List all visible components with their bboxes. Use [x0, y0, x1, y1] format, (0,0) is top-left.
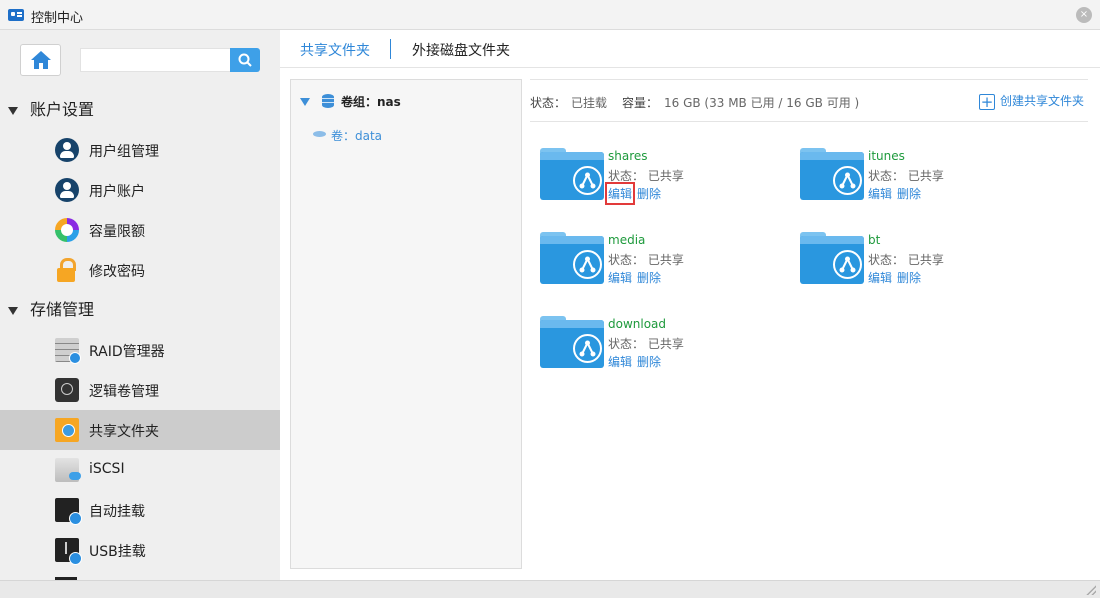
- sidebar-item-quota[interactable]: 容量限额: [0, 210, 280, 250]
- volume-icon: [313, 131, 326, 137]
- sidebar-item-iscsi[interactable]: iSCSI: [0, 450, 280, 490]
- search-input[interactable]: [80, 48, 230, 72]
- sidebar-item-shared-folders[interactable]: 共享文件夹: [0, 410, 280, 450]
- folder-name: media: [608, 233, 646, 247]
- tab-shared-folders[interactable]: 共享文件夹: [300, 40, 370, 60]
- delete-link[interactable]: 删除: [897, 185, 921, 202]
- sidebar-item-change-password[interactable]: 修改密码: [0, 250, 280, 290]
- folder-status: 状态： 已共享: [608, 169, 684, 183]
- sidebar-item-usb-mount[interactable]: USB挂载: [0, 530, 280, 570]
- shared-folder-icon: [800, 232, 864, 284]
- folder-name: download: [608, 317, 667, 331]
- folder-status: 状态： 已共享: [868, 253, 944, 267]
- shared-folder-icon: [540, 148, 604, 200]
- capacity-value: 16 GB (33 MB 已用 / 16 GB 可用 ): [664, 96, 860, 110]
- lvm-icon: [55, 378, 79, 402]
- close-button[interactable]: ×: [1076, 7, 1092, 23]
- folder-name: bt: [868, 233, 881, 247]
- iscsi-icon: [55, 458, 81, 482]
- volume-info-bar: 状态： 已挂载 容量： 16 GB (33 MB 已用 / 16 GB 可用 )…: [530, 79, 1088, 122]
- status-label: 状态：: [530, 96, 567, 110]
- auto-mount-icon: [55, 498, 82, 525]
- delete-link[interactable]: 删除: [637, 269, 661, 286]
- folder-name: itunes: [868, 149, 905, 163]
- resize-grip-icon[interactable]: [1086, 585, 1096, 595]
- folder-item-shares[interactable]: shares 状态： 已共享 编辑 删除: [540, 148, 780, 205]
- plus-icon: +: [978, 92, 995, 111]
- sidebar-item-raid[interactable]: RAID管理器: [0, 330, 280, 370]
- tab-divider: [390, 39, 391, 59]
- sidebar-item-user-accounts[interactable]: 用户账户: [0, 170, 280, 210]
- title-bar: 控制中心 ×: [0, 0, 1100, 30]
- folder-item-bt[interactable]: bt 状态： 已共享 编辑 删除: [800, 232, 1040, 288]
- search-icon: [238, 53, 252, 67]
- folder-status: 状态： 已共享: [608, 253, 684, 267]
- status-value: 已挂载: [571, 96, 608, 110]
- quota-icon: [55, 218, 79, 242]
- folder-status: 状态： 已共享: [608, 337, 684, 351]
- collapse-arrow-icon: [8, 306, 18, 315]
- sidebar-item-lvm[interactable]: 逻辑卷管理: [0, 370, 280, 410]
- usb-icon: [55, 538, 82, 565]
- tree-volume-group[interactable]: 卷组：nas: [341, 93, 401, 110]
- control-center-icon: [8, 9, 24, 21]
- delete-link[interactable]: 删除: [637, 353, 661, 370]
- folder-item-download[interactable]: download 状态： 已共享 编辑 删除: [540, 316, 780, 372]
- expand-arrow-icon[interactable]: [300, 98, 310, 106]
- lock-icon: [55, 258, 79, 282]
- edit-link[interactable]: 编辑: [604, 182, 636, 205]
- sidebar-item-user-groups[interactable]: 用户组管理: [0, 130, 280, 170]
- sidebar: 账户设置 用户组管理 用户账户 容量限额 修改密码 存储管理 RAID管理器 逻…: [0, 30, 280, 580]
- tree-volume[interactable]: 卷：data: [331, 127, 382, 144]
- tab-bar: 共享文件夹 外接磁盘文件夹: [280, 30, 1100, 68]
- collapse-arrow-icon: [8, 106, 18, 115]
- raid-icon: [55, 338, 81, 364]
- main-panel: 共享文件夹 外接磁盘文件夹 卷组：nas 卷：data 状态： 已挂载 容量： …: [280, 30, 1100, 580]
- edit-link[interactable]: 编辑: [868, 269, 892, 286]
- folder-item-media[interactable]: media 状态： 已共享 编辑 删除: [540, 232, 780, 288]
- user-group-icon: [55, 138, 79, 162]
- sidebar-item-auto-mount[interactable]: 自动挂载: [0, 490, 280, 530]
- edit-link[interactable]: 编辑: [868, 185, 892, 202]
- edit-link[interactable]: 编辑: [608, 353, 632, 370]
- volume-tree: 卷组：nas 卷：data: [290, 79, 522, 569]
- search-button[interactable]: [230, 48, 260, 72]
- capacity-label: 容量：: [622, 96, 659, 110]
- database-icon: [322, 94, 334, 108]
- window-title: 控制中心: [31, 11, 84, 26]
- section-storage-management[interactable]: 存储管理: [8, 298, 94, 322]
- section-account-settings[interactable]: 账户设置: [8, 98, 94, 122]
- status-bar: [0, 580, 1100, 598]
- delete-link[interactable]: 删除: [897, 269, 921, 286]
- delete-link[interactable]: 删除: [637, 185, 661, 202]
- shared-folder-icon: [540, 316, 604, 368]
- edit-link[interactable]: 编辑: [608, 269, 632, 286]
- shared-folder-icon: [55, 418, 79, 442]
- shared-folder-icon: [800, 148, 864, 200]
- create-shared-folder-button[interactable]: + 创建共享文件夹: [978, 92, 1084, 111]
- home-button[interactable]: [20, 44, 61, 76]
- folder-item-itunes[interactable]: itunes 状态： 已共享 编辑 删除: [800, 148, 1040, 204]
- folder-status: 状态： 已共享: [868, 169, 944, 183]
- user-account-icon: [55, 178, 79, 202]
- tab-external-disk-folders[interactable]: 外接磁盘文件夹: [412, 40, 510, 60]
- home-icon: [31, 51, 51, 69]
- shared-folder-icon: [540, 232, 604, 284]
- folder-name: shares: [608, 149, 648, 163]
